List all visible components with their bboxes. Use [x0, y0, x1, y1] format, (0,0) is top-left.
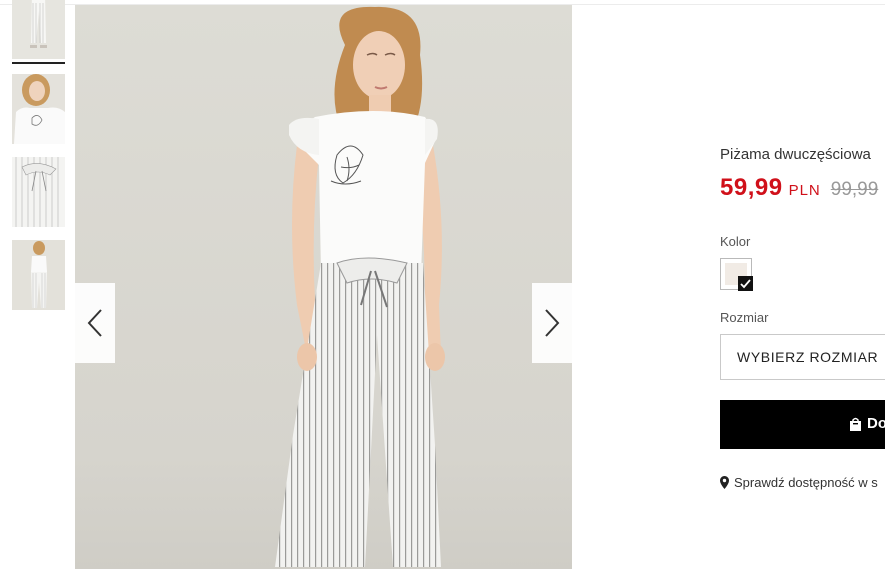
thumbnail-4[interactable]: [12, 240, 65, 310]
color-swatch-selected[interactable]: [720, 258, 753, 291]
thumbnail-3[interactable]: [12, 157, 65, 227]
product-info-panel: Piżama dwuczęściowa 59,99 PLN 99,99 Kolor …: [720, 0, 885, 569]
thumbnail-1[interactable]: [12, 0, 65, 59]
current-price: 59,99: [720, 174, 783, 201]
thumbnail-active-indicator: [12, 62, 65, 64]
gallery-prev-button[interactable]: [75, 283, 115, 363]
color-label: Kolor: [720, 234, 751, 249]
main-product-image: [75, 5, 572, 569]
size-select[interactable]: WYBIERZ ROZMIAR: [720, 334, 885, 380]
gallery-next-button[interactable]: [532, 283, 572, 363]
size-label: Rozmiar: [720, 310, 769, 325]
product-title: Piżama dwuczęściowa: [720, 146, 871, 163]
checkmark-icon: [738, 276, 753, 291]
price-currency: PLN: [788, 182, 821, 199]
price-row: 59,99 PLN 99,99: [720, 174, 878, 202]
availability-text: Sprawdź dostępność w s: [734, 475, 878, 490]
check-availability-link[interactable]: Sprawdź dostępność w s: [720, 475, 878, 490]
shopping-bag-icon: [850, 417, 861, 431]
add-to-cart-label: Do: [867, 415, 885, 432]
chevron-right-icon: [545, 309, 560, 337]
add-to-cart-button[interactable]: Do: [720, 400, 885, 449]
old-price: 99,99: [830, 179, 879, 200]
map-pin-icon: [720, 476, 729, 489]
chevron-left-icon: [87, 309, 102, 337]
thumbnail-2[interactable]: [12, 74, 65, 144]
